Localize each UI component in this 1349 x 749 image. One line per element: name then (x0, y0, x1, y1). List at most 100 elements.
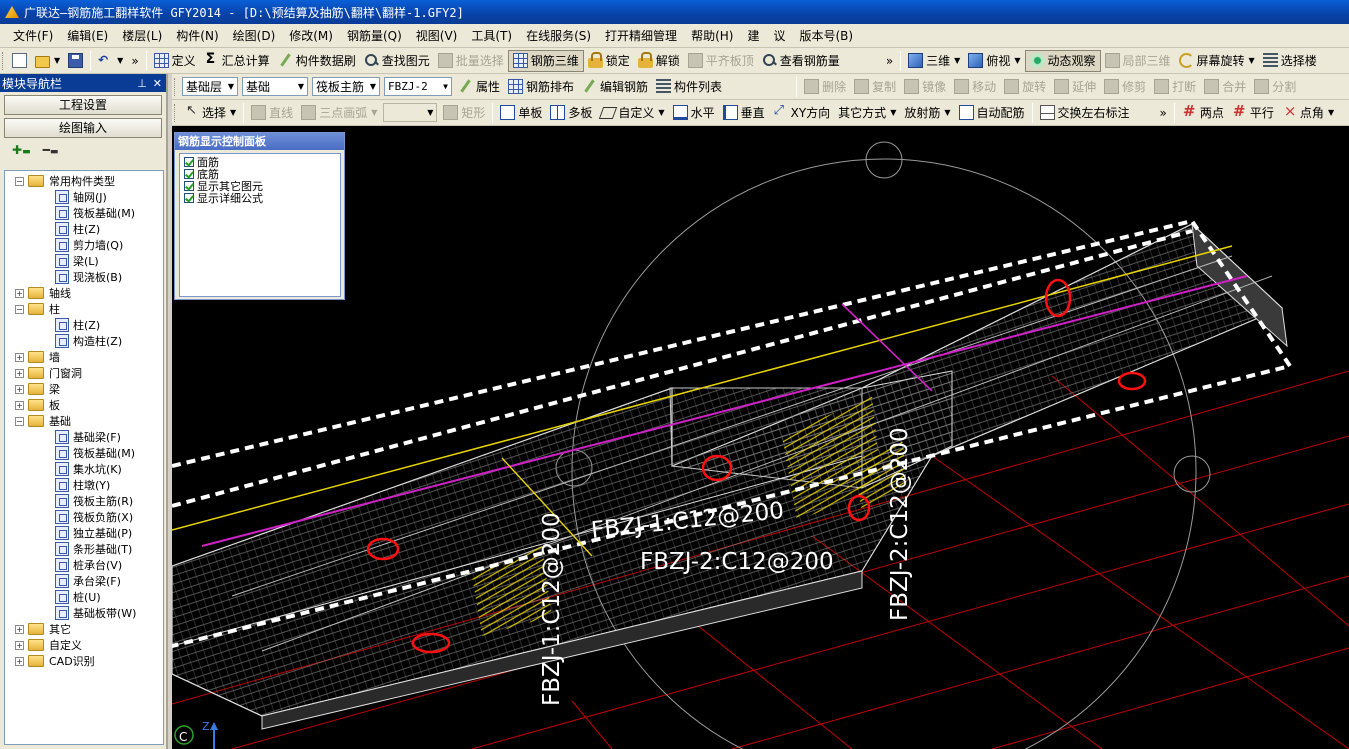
other-mode-button[interactable]: 其它方式 ▼ (834, 102, 900, 124)
local3d-button[interactable]: 局部三维 (1101, 50, 1175, 72)
unlock-button[interactable]: 解锁 (634, 50, 684, 72)
summary-button[interactable]: 汇总计算 (200, 50, 274, 72)
single-board-button[interactable]: 单板 (496, 102, 546, 124)
expand-icon[interactable]: + (15, 656, 24, 666)
tree-item[interactable]: 筏板主筋(R) (5, 493, 163, 509)
tree-folder[interactable]: + 梁 (5, 381, 163, 397)
expand-icon[interactable]: + (15, 368, 24, 378)
close-icon[interactable]: ✕ (153, 77, 162, 90)
expand-icon[interactable]: + (15, 288, 24, 298)
collapse-icon[interactable]: − (15, 304, 24, 314)
expand-icon[interactable]: + (15, 400, 24, 410)
expand-icon[interactable]: + (15, 624, 24, 634)
define-button[interactable]: 定义 (150, 50, 200, 72)
menu-item-14[interactable]: 版本号(B) (792, 26, 860, 46)
toolbar-grip[interactable] (174, 77, 177, 96)
menu-item-3[interactable]: 构件(N) (169, 26, 225, 46)
toolbar1-overflow[interactable]: » (127, 50, 142, 72)
collapse-icon[interactable]: − (15, 416, 24, 426)
menu-item-0[interactable]: 文件(F) (6, 26, 60, 46)
tree-folder[interactable]: + 板 (5, 397, 163, 413)
element-type-select[interactable]: 筏板主筋 ▼ (312, 77, 380, 96)
arc-tool-button[interactable]: 三点画弧 ▼ (297, 102, 381, 124)
tree-item[interactable]: 构造柱(Z) (5, 333, 163, 349)
split-button[interactable]: 分割 (1250, 76, 1300, 98)
expand-all-icon[interactable]: ✚▬ (12, 143, 31, 157)
menu-item-1[interactable]: 编辑(E) (60, 26, 115, 46)
tree-item[interactable]: 筏板基础(M) (5, 205, 163, 221)
draw-mode-select[interactable]: ▼ (383, 103, 438, 122)
undo-button[interactable]: ↶ ▼ (94, 50, 127, 72)
line-tool-button[interactable]: 直线 (247, 102, 297, 124)
menu-item-12[interactable]: 建 (740, 26, 766, 46)
menu-item-9[interactable]: 在线服务(S) (519, 26, 598, 46)
rect-tool-button[interactable]: 矩形 (439, 102, 489, 124)
tree-item[interactable]: 现浇板(B) (5, 269, 163, 285)
tree-folder[interactable]: + 其它 (5, 621, 163, 637)
checkbox[interactable] (184, 157, 194, 167)
floor-select[interactable]: 基础层 ▼ (182, 77, 238, 96)
top-view-button[interactable]: 俯视 ▼ (964, 50, 1024, 72)
toolbar1-overflow-2[interactable]: » (882, 50, 897, 72)
menu-item-11[interactable]: 帮助(H) (684, 26, 740, 46)
project-settings-button[interactable]: 工程设置 (4, 95, 162, 115)
toolbar-grip[interactable] (174, 103, 177, 122)
tree-folder[interactable]: + 门窗洞 (5, 365, 163, 381)
rotate-button[interactable]: 旋转 (1000, 76, 1050, 98)
rebar3d-button[interactable]: 钢筋三维 (507, 49, 584, 72)
multi-board-button[interactable]: 多板 (546, 102, 596, 124)
parallel-button[interactable]: 平行 (1228, 102, 1278, 124)
menu-item-4[interactable]: 绘图(D) (226, 26, 283, 46)
element-list-button[interactable]: 构件列表 (652, 76, 726, 98)
horizontal-button[interactable]: 水平 (669, 102, 719, 124)
expand-icon[interactable]: + (15, 384, 24, 394)
element-name-select[interactable]: FBZJ-2 ▼ (384, 77, 452, 96)
extend-button[interactable]: 延伸 (1050, 76, 1100, 98)
tree-item[interactable]: 独立基础(P) (5, 525, 163, 541)
tree-item[interactable]: 梁(L) (5, 253, 163, 269)
rebar-option-row[interactable]: 显示详细公式 (184, 192, 340, 205)
tree-folder[interactable]: − 常用构件类型 (5, 173, 163, 189)
checkbox[interactable] (184, 193, 194, 203)
tree-folder[interactable]: + CAD识别 (5, 653, 163, 669)
expand-icon[interactable]: + (15, 352, 24, 362)
break-button[interactable]: 打断 (1150, 76, 1200, 98)
toolbar-grip[interactable] (2, 51, 5, 70)
toolbar3-overflow[interactable]: » (1156, 102, 1171, 124)
tree-folder[interactable]: − 柱 (5, 301, 163, 317)
copy-button[interactable]: 复制 (850, 76, 900, 98)
trim-button[interactable]: 修剪 (1100, 76, 1150, 98)
tree-item[interactable]: 柱(Z) (5, 221, 163, 237)
move-button[interactable]: 移动 (950, 76, 1000, 98)
drawing-canvas[interactable]: FBZJ-1:C12@200 FBZJ-2:C12@200 FBZJ-2:C12… (172, 126, 1349, 749)
screen-rotate-button[interactable]: 屏幕旋转 ▼ (1175, 50, 1259, 72)
menu-item-8[interactable]: 工具(T) (464, 26, 519, 46)
tree-item[interactable]: 承台梁(F) (5, 573, 163, 589)
two-points-button[interactable]: 两点 (1178, 102, 1228, 124)
brush-button[interactable]: 构件数据刷 (274, 50, 360, 72)
point-angle-button[interactable]: 点角▼ (1278, 102, 1338, 124)
lock-button[interactable]: 锁定 (584, 50, 634, 72)
tree-item[interactable]: 条形基础(T) (5, 541, 163, 557)
tree-folder[interactable]: + 自定义 (5, 637, 163, 653)
menu-item-6[interactable]: 钢筋量(Q) (340, 26, 409, 46)
tree-item[interactable]: 桩承台(V) (5, 557, 163, 573)
tree-folder[interactable]: + 墙 (5, 349, 163, 365)
tree-item[interactable]: 基础板带(W) (5, 605, 163, 621)
radial-button[interactable]: 放射筋 ▼ (900, 102, 954, 124)
tree-item[interactable]: 筏板基础(M) (5, 445, 163, 461)
save-button[interactable] (64, 50, 87, 72)
xy-dir-button[interactable]: XY方向 (769, 102, 835, 124)
category-select[interactable]: 基础 ▼ (242, 77, 308, 96)
tree-folder[interactable]: − 基础 (5, 413, 163, 429)
edit-rebar-button[interactable]: 编辑钢筋 (578, 76, 652, 98)
merge-button[interactable]: 合并 (1200, 76, 1250, 98)
mirror-button[interactable]: 镜像 (900, 76, 950, 98)
property-button[interactable]: 属性 (454, 76, 504, 98)
custom-button[interactable]: 自定义 ▼ (596, 102, 668, 124)
menu-item-5[interactable]: 修改(M) (282, 26, 340, 46)
pin-icon[interactable]: ⊥ (137, 77, 147, 90)
canvas-svg[interactable]: FBZJ-1:C12@200 FBZJ-2:C12@200 FBZJ-2:C12… (172, 126, 1349, 749)
select-layer-button[interactable]: 选择楼 (1259, 50, 1321, 72)
tree-item[interactable]: 柱(Z) (5, 317, 163, 333)
